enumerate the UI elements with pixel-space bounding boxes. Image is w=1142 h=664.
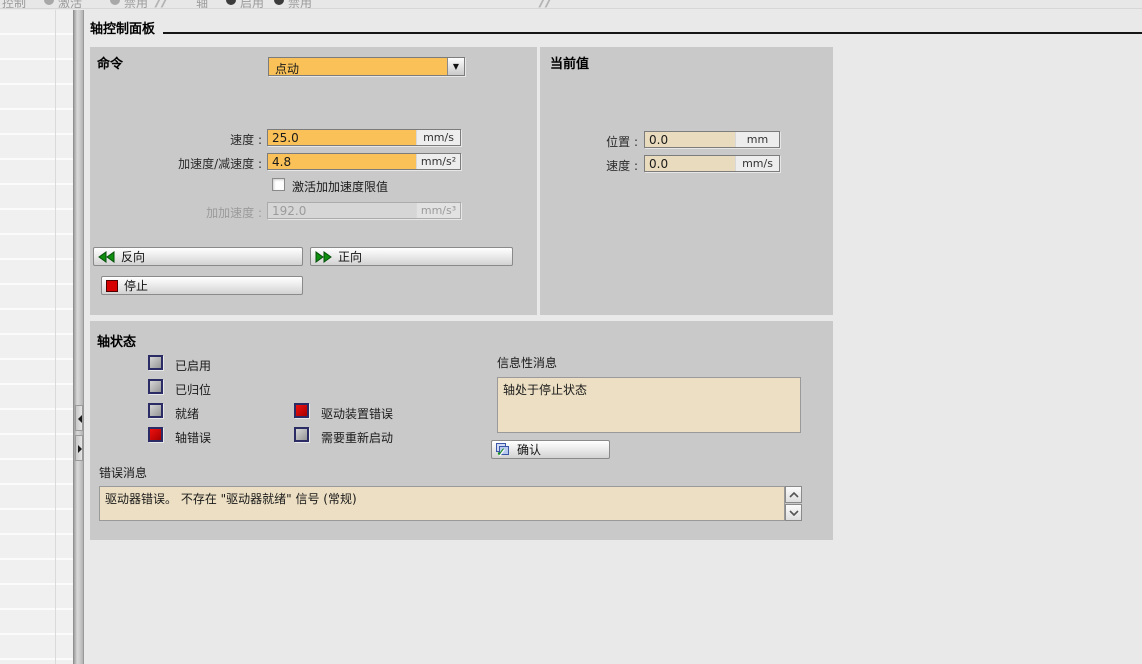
info-message-box: 轴处于停止状态 bbox=[497, 377, 801, 433]
double-arrow-right-icon bbox=[315, 251, 332, 263]
led-ready-label: 就绪 bbox=[175, 405, 199, 422]
stop-square-icon bbox=[106, 280, 118, 292]
led-axis-error-label: 轴错误 bbox=[175, 429, 211, 446]
velocity-display: 0.0 mm/s bbox=[644, 155, 780, 172]
left-table-panel bbox=[0, 10, 73, 664]
toolbar-icon bbox=[274, 0, 284, 5]
speed-label: 速度 : bbox=[112, 131, 262, 148]
triangle-right-icon bbox=[78, 445, 82, 453]
acknowledge-button[interactable]: ✓ 确认 bbox=[491, 440, 610, 459]
jerk-value: 192.0 bbox=[268, 203, 416, 218]
velocity-value: 0.0 bbox=[645, 156, 735, 171]
accel-unit: mm/s² bbox=[416, 154, 460, 169]
position-display: 0.0 mm bbox=[644, 131, 780, 148]
jerk-unit: mm/s³ bbox=[416, 203, 460, 218]
led-axis-error bbox=[148, 427, 163, 442]
forward-button-label: 正向 bbox=[338, 248, 362, 265]
reverse-button[interactable]: 反向 bbox=[93, 247, 303, 266]
scroll-down-button[interactable] bbox=[785, 504, 802, 521]
toolbar-fragment: 禁用 bbox=[124, 0, 148, 9]
page-title: 轴控制面板 bbox=[90, 18, 155, 37]
info-message-text: 轴处于停止状态 bbox=[503, 383, 587, 397]
position-unit: mm bbox=[735, 132, 779, 147]
jerk-input: 192.0 mm/s³ bbox=[267, 202, 461, 219]
error-message-box: 驱动器错误。 不存在 "驱动器就绪" 信号 (常规) bbox=[99, 486, 785, 521]
chevron-down-icon[interactable]: ▼ bbox=[447, 58, 464, 75]
led-restart-required bbox=[294, 427, 309, 442]
pane-splitter[interactable] bbox=[73, 10, 84, 664]
led-enabled bbox=[148, 355, 163, 370]
led-drive-error bbox=[294, 403, 309, 418]
toolbar-separator-slashes: // bbox=[540, 0, 552, 9]
accel-input[interactable]: 4.8 mm/s² bbox=[267, 153, 461, 170]
reverse-button-label: 反向 bbox=[121, 248, 145, 265]
led-ready bbox=[148, 403, 163, 418]
toolbar-fragment: 控制 bbox=[2, 0, 26, 9]
jerk-limit-checkbox[interactable] bbox=[272, 178, 285, 191]
toolbar-icon bbox=[44, 0, 54, 5]
command-panel-title: 命令 bbox=[97, 53, 123, 72]
command-mode-dropdown[interactable]: 点动 ▼ bbox=[268, 57, 465, 76]
position-value: 0.0 bbox=[645, 132, 735, 147]
jerk-label: 加加速度 : bbox=[112, 204, 262, 221]
position-label: 位置 : bbox=[488, 133, 638, 150]
led-restart-required-label: 需要重新启动 bbox=[321, 429, 393, 446]
toolbar-fragment: 轴 bbox=[196, 0, 208, 9]
led-enabled-label: 已启用 bbox=[175, 357, 211, 374]
toolbar-separator-slashes: // bbox=[156, 0, 168, 9]
toolbar-cropped: 控制 激活 禁用 // 轴 启用 禁用 // bbox=[0, 0, 1142, 9]
axis-status-title: 轴状态 bbox=[97, 331, 136, 350]
toolbar-icon bbox=[226, 0, 236, 5]
toolbar-fragment: 启用 bbox=[240, 0, 264, 9]
forward-button[interactable]: 正向 bbox=[310, 247, 513, 266]
velocity-label: 速度 : bbox=[488, 157, 638, 174]
current-values-title: 当前值 bbox=[550, 53, 589, 72]
stop-button-label: 停止 bbox=[124, 277, 148, 294]
triangle-left-icon bbox=[78, 415, 82, 423]
chevron-up-icon bbox=[789, 492, 799, 498]
jerk-limit-checkbox-label: 激活加加速度限值 bbox=[292, 178, 388, 195]
scroll-up-button[interactable] bbox=[785, 486, 802, 503]
current-values-panel: 当前值 位置 : 0.0 mm 速度 : 0.0 mm/s bbox=[540, 47, 833, 315]
command-mode-value[interactable]: 点动 bbox=[269, 58, 447, 75]
toolbar-icon bbox=[110, 0, 120, 5]
acknowledge-button-label: 确认 bbox=[517, 441, 541, 458]
error-message-label: 错误消息 bbox=[99, 464, 147, 481]
toolbar-fragment: 禁用 bbox=[288, 0, 312, 9]
led-drive-error-label: 驱动装置错误 bbox=[321, 405, 393, 422]
stop-button[interactable]: 停止 bbox=[101, 276, 303, 295]
acknowledge-icon: ✓ bbox=[496, 443, 511, 457]
led-homed bbox=[148, 379, 163, 394]
double-arrow-left-icon bbox=[98, 251, 115, 263]
accel-value[interactable]: 4.8 bbox=[268, 154, 416, 169]
led-homed-label: 已归位 bbox=[175, 381, 211, 398]
velocity-unit: mm/s bbox=[735, 156, 779, 171]
accel-label: 加速度/减速度 : bbox=[112, 155, 262, 172]
title-rule bbox=[163, 32, 1142, 34]
column-divider bbox=[55, 10, 56, 664]
toolbar-fragment: 激活 bbox=[58, 0, 82, 9]
command-panel: 命令 点动 ▼ 速度 : 25.0 mm/s 加速度/减速度 : 4.8 mm/… bbox=[90, 47, 537, 315]
error-message-text: 驱动器错误。 不存在 "驱动器就绪" 信号 (常规) bbox=[105, 492, 357, 506]
collapse-right-handle[interactable] bbox=[75, 435, 83, 461]
collapse-left-handle[interactable] bbox=[75, 405, 83, 431]
speed-input[interactable]: 25.0 mm/s bbox=[267, 129, 461, 146]
chevron-down-icon bbox=[789, 510, 799, 516]
axis-status-panel: 轴状态 已启用 已归位 就绪 轴错误 驱动装置错误 需要重新启动 信息性消息 轴… bbox=[90, 321, 833, 540]
speed-unit: mm/s bbox=[416, 130, 460, 145]
info-message-label: 信息性消息 bbox=[497, 354, 557, 371]
speed-value[interactable]: 25.0 bbox=[268, 130, 416, 145]
